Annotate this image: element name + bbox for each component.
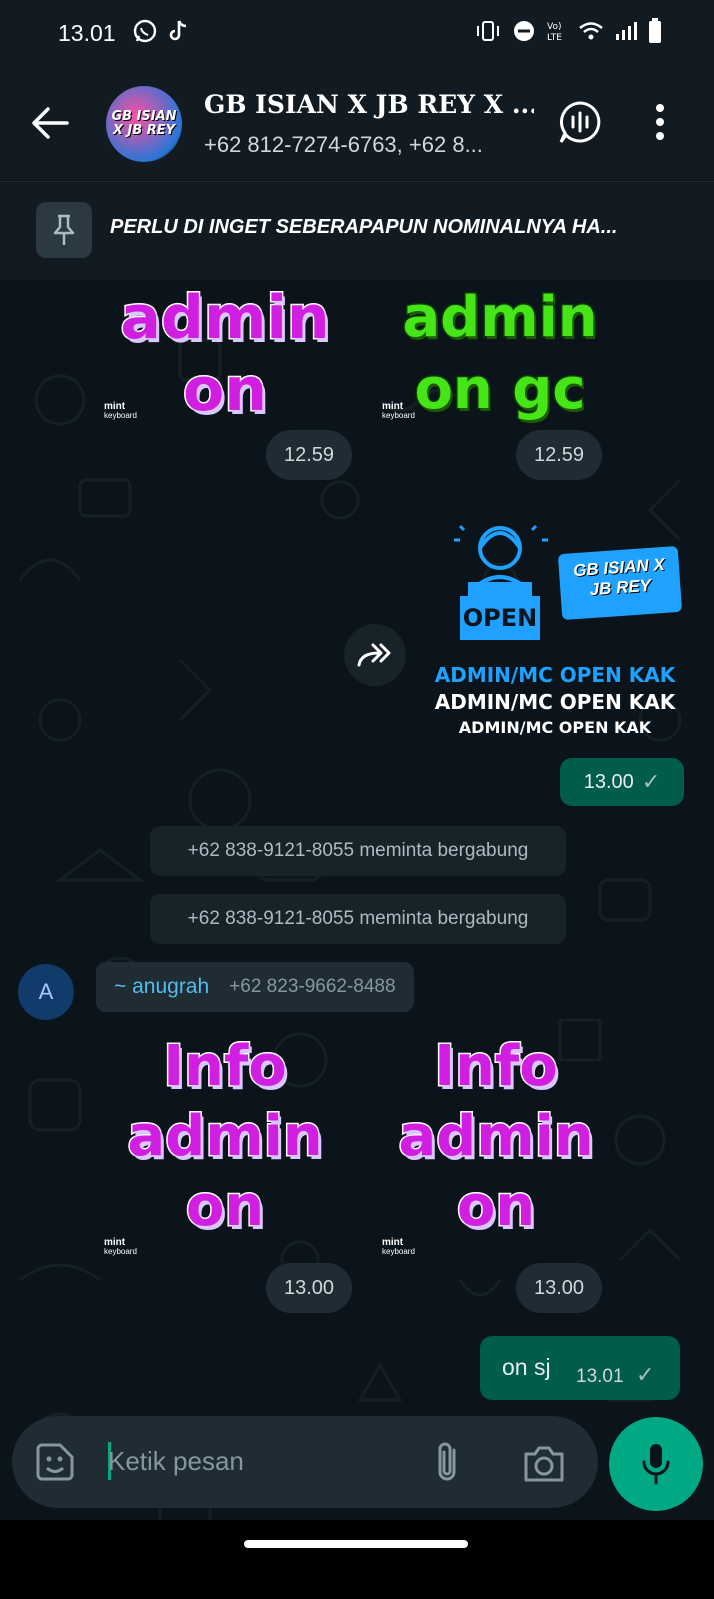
sent-tick-icon: ✓ bbox=[641, 769, 661, 794]
group-avatar[interactable]: GB ISIAN X JB REY bbox=[106, 86, 182, 162]
mint-keyboard-watermark: mint keyboard bbox=[382, 1237, 415, 1257]
voice-message-button[interactable] bbox=[609, 1417, 703, 1511]
caption-line-2: ADMIN/MC OPEN KAK bbox=[434, 690, 676, 714]
signal-icon bbox=[616, 22, 637, 40]
group-name[interactable]: GB ISIAN X JB REY X ... bbox=[204, 90, 534, 119]
mint-keyboard-watermark: mint keyboard bbox=[382, 401, 415, 421]
message-list[interactable]: admin on mint keyboard admin on gc mint ke… bbox=[0, 280, 714, 1550]
message-time: 13.00 bbox=[266, 1263, 352, 1313]
chat-header: GB ISIAN X JB REY GB ISIAN X JB REY X ..… bbox=[0, 68, 714, 180]
wifi-icon bbox=[579, 22, 603, 40]
whatsapp-icon bbox=[133, 19, 157, 43]
sender-name[interactable]: ~ anugrah bbox=[114, 975, 209, 999]
sticker-admin-on-gc[interactable]: admin on gc bbox=[400, 282, 600, 426]
pinned-text: PERLU DI INGET SEBERAPAPUN NOMINALNYA HA… bbox=[110, 216, 618, 238]
sender-avatar[interactable]: A bbox=[18, 964, 74, 1020]
pin-icon bbox=[36, 202, 92, 258]
sent-tick-icon: ✓ bbox=[636, 1362, 655, 1387]
forwarded-image-message[interactable]: OPEN GB ISIAN X JB REY ADMIN/MC OPEN KAK… bbox=[420, 520, 690, 740]
sender-phone: +62 823-9662-8488 bbox=[229, 976, 396, 997]
group-call-icon[interactable] bbox=[558, 100, 602, 146]
message-time: 13.00 bbox=[583, 770, 634, 793]
mint-keyboard-watermark: mint keyboard bbox=[104, 1237, 137, 1257]
caption-line-3: ADMIN/MC OPEN KAK bbox=[458, 718, 652, 737]
do-not-disturb-icon bbox=[514, 21, 534, 41]
message-time: 12.59 bbox=[516, 430, 602, 480]
sticker-info-admin-on[interactable]: Info admin on bbox=[110, 1032, 340, 1242]
join-request-notice[interactable]: +62 838-9121-8055 meminta bergabung bbox=[150, 826, 566, 876]
camera-icon[interactable] bbox=[522, 1444, 566, 1484]
forward-icon bbox=[357, 643, 391, 667]
gb-isian-badge: GB ISIAN X JB REY bbox=[557, 545, 683, 621]
outgoing-time-bubble: 13.00 ✓ bbox=[560, 758, 684, 806]
message-time: 12.59 bbox=[266, 430, 352, 480]
back-arrow-icon[interactable] bbox=[30, 106, 70, 140]
avatar-label: GB ISIAN X JB REY bbox=[111, 109, 177, 138]
message-time: 13.01 bbox=[576, 1366, 624, 1387]
message-input[interactable]: Ketik pesan bbox=[108, 1446, 244, 1477]
join-request-notice[interactable]: +62 838-9121-8055 meminta bergabung bbox=[150, 894, 566, 944]
mint-keyboard-watermark: mint keyboard bbox=[104, 401, 137, 421]
attach-icon[interactable] bbox=[432, 1440, 462, 1486]
group-members[interactable]: +62 812-7274-6763, +62 8... bbox=[204, 132, 534, 158]
vibrate-icon bbox=[477, 21, 499, 41]
message-composer[interactable]: Ketik pesan bbox=[12, 1416, 598, 1508]
outgoing-text-message[interactable]: on sj 13.01 ✓ bbox=[480, 1336, 680, 1400]
caption-line-1: ADMIN/MC OPEN KAK bbox=[434, 663, 676, 687]
system-nav-bar bbox=[0, 1520, 714, 1599]
pinned-message-bar[interactable]: PERLU DI INGET SEBERAPAPUN NOMINALNYA HA… bbox=[0, 181, 714, 281]
home-handle[interactable] bbox=[244, 1540, 468, 1548]
forward-button[interactable] bbox=[344, 624, 406, 686]
message-time: 13.00 bbox=[516, 1263, 602, 1313]
open-sign-label: OPEN bbox=[462, 604, 538, 632]
svg-text:Vo): Vo) bbox=[547, 22, 561, 32]
battery-icon bbox=[649, 18, 661, 43]
sticker-admin-on[interactable]: admin on bbox=[110, 282, 340, 427]
message-text: on sj bbox=[502, 1354, 551, 1380]
status-bar: 13.01 Vo) LTE bbox=[0, 0, 714, 68]
more-options-icon[interactable] bbox=[654, 102, 666, 142]
volte-icon: Vo)LTE bbox=[547, 22, 562, 43]
tiktok-icon bbox=[169, 20, 187, 41]
sender-header[interactable]: ~ anugrah +62 823-9662-8488 bbox=[96, 962, 414, 1012]
status-time: 13.01 bbox=[58, 20, 116, 46]
sticker-info-admin-on[interactable]: Info admin on bbox=[388, 1032, 604, 1242]
svg-text:LTE: LTE bbox=[547, 33, 562, 43]
microphone-icon bbox=[642, 1444, 670, 1485]
sticker-icon[interactable] bbox=[34, 1441, 76, 1483]
